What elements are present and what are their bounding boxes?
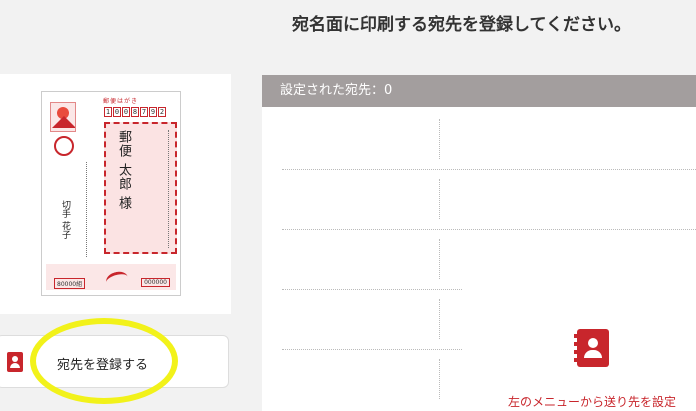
sender-name: 切手 花子: [60, 200, 70, 239]
list-col-divider: [439, 239, 440, 279]
page-title: 宛名面に印刷する宛先を登録してください。: [292, 15, 631, 35]
zip-digit: 0: [113, 107, 121, 117]
list-row-divider: [282, 349, 462, 350]
lottery-group: 80000組: [54, 278, 86, 289]
recipient-address-box: 郵便 太郎 様: [104, 122, 177, 254]
binder-rings: [574, 334, 578, 362]
sender-address-line: [86, 162, 89, 257]
list-row-divider: [282, 289, 462, 290]
list-col-divider: [439, 119, 440, 159]
zip-digit: 7: [140, 107, 148, 117]
address-book-icon: [574, 329, 609, 367]
zip-digit: 9: [149, 107, 157, 117]
postcard-preview-panel: 郵便はがき 1 0 0 8 7 9 2 郵便 太郎 様 切手 花子 80000組…: [0, 74, 231, 314]
zip-digit: 8: [131, 107, 139, 117]
lottery-strip: 80000組 000000: [46, 264, 176, 290]
recipient-name: 郵便 太郎 様: [116, 130, 131, 211]
address-book-icon: [7, 352, 23, 372]
zip-digit: 0: [122, 107, 130, 117]
postcard-preview: 郵便はがき 1 0 0 8 7 9 2 郵便 太郎 様 切手 花子 80000組…: [41, 91, 181, 296]
empty-list-message: 左のメニューから送り先を設定: [508, 395, 677, 409]
zip-digit: 2: [158, 107, 166, 117]
list-col-divider: [439, 299, 440, 339]
bird-icon: [104, 269, 130, 290]
list-col-divider: [439, 179, 440, 219]
recipient-list: 左のメニューから送り先を設定: [262, 107, 696, 411]
list-row-divider: [282, 229, 696, 230]
zip-code-boxes: 1 0 0 8 7 9 2: [104, 107, 166, 117]
stamp-mountain: [52, 116, 75, 128]
list-col-divider: [439, 359, 440, 399]
stamp-icon: [50, 102, 76, 132]
register-recipient-label: 宛先を登録する: [57, 358, 149, 373]
recipient-count-header: 設定された宛先：0: [262, 75, 696, 107]
register-recipient-button[interactable]: 宛先を登録する: [0, 335, 229, 388]
postcard-header: 郵便はがき: [103, 98, 139, 105]
list-row-divider: [282, 169, 696, 170]
recipient-address-line: [165, 130, 169, 248]
zip-digit: 1: [104, 107, 112, 117]
postmark-icon: [54, 136, 74, 156]
lottery-number: 000000: [141, 278, 170, 287]
